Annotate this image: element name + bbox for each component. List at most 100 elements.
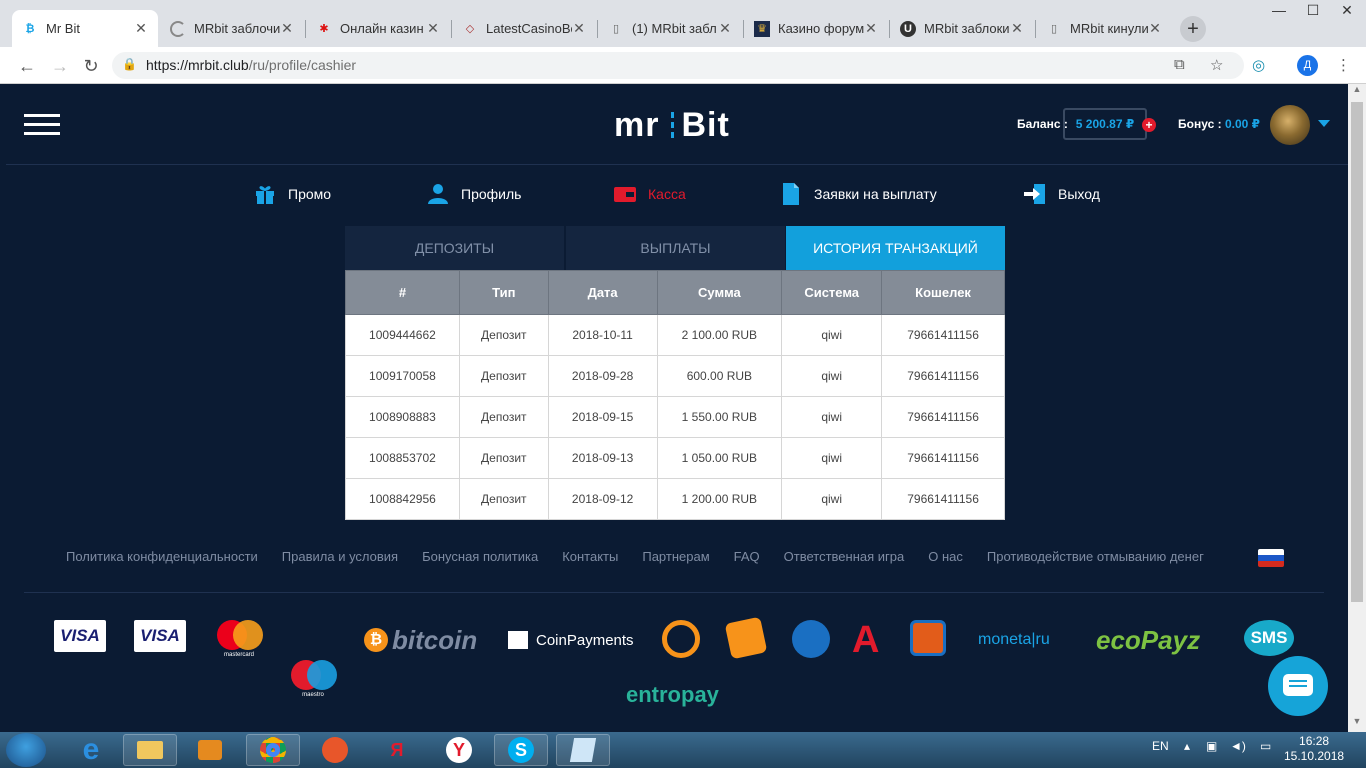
cell-id: 1008908883 (345, 396, 460, 438)
address-bar[interactable]: 🔒 https://mrbit.club/ru/profile/cashier (112, 52, 1244, 79)
cell-id: 1009444662 (345, 314, 460, 356)
scrollbar-thumb[interactable] (1351, 102, 1363, 602)
close-icon[interactable]: ✕ (280, 20, 294, 37)
notes-app-icon[interactable] (556, 734, 610, 766)
page-scrollbar[interactable]: ▲ ▼ (1348, 84, 1366, 732)
footer-link-privacy[interactable]: Политика конфиденциальности (66, 549, 258, 564)
footer-link-partners[interactable]: Партнерам (642, 549, 709, 564)
document-icon (780, 183, 802, 205)
gift-icon (254, 183, 276, 205)
hamburger-menu-icon[interactable] (24, 114, 60, 136)
cell-type: Депозит (458, 396, 549, 438)
bonus-label: Бонус : (1178, 117, 1222, 131)
chevron-down-icon[interactable] (1318, 120, 1330, 127)
reload-icon[interactable]: ↻ (80, 55, 102, 77)
extension-icon[interactable]: ◎ (1252, 56, 1265, 74)
cell-wallet: 79661411156 (881, 355, 1005, 397)
browser-tab[interactable]: ✱ Онлайн казин ✕ (306, 10, 450, 47)
minimize-icon[interactable]: — (1266, 0, 1292, 22)
chrome-icon[interactable] (246, 734, 300, 766)
cell-system: qiwi (781, 437, 883, 479)
language-indicator[interactable]: EN (1152, 739, 1169, 753)
nav-promo[interactable]: Промо (254, 182, 331, 206)
nav-withdrawals[interactable]: Заявки на выплату (780, 182, 937, 206)
tab-title: Mr Bit (46, 21, 80, 36)
bonus-value: 0.00 ₽ (1224, 117, 1260, 131)
footer-link-contacts[interactable]: Контакты (562, 549, 618, 564)
nav-profile[interactable]: Профиль (427, 182, 521, 206)
browser-tab[interactable]: U MRbit заблоки ✕ (890, 10, 1034, 47)
tray-expand-icon[interactable]: ▴ (1184, 739, 1190, 753)
footer-link-faq[interactable]: FAQ (734, 549, 760, 564)
close-icon[interactable]: ✕ (134, 20, 148, 37)
internet-explorer-icon[interactable]: e (64, 733, 118, 766)
maximize-icon[interactable]: ☐ (1300, 0, 1326, 22)
new-tab-button[interactable]: + (1180, 16, 1206, 42)
browser-tab[interactable]: ♛ Казино форум ✕ (744, 10, 888, 47)
visa-logo: VISA (54, 620, 106, 652)
bookmark-star-icon[interactable]: ☆ (1210, 56, 1223, 74)
close-icon[interactable]: ✕ (864, 20, 878, 37)
footer-link-about[interactable]: О нас (928, 549, 963, 564)
bitcoin-label: bitcoin (392, 624, 478, 655)
profile-avatar-button[interactable]: Д (1297, 55, 1318, 76)
footer-links: Политика конфиденциальности Правила и ус… (66, 549, 1228, 564)
wallet-icon (614, 183, 636, 205)
coinpayments-logo: CoinPayments (508, 620, 634, 660)
tab-deposits[interactable]: Депозиты (345, 226, 564, 270)
file-explorer-icon[interactable] (123, 734, 177, 766)
cell-id: 1009170058 (345, 355, 460, 397)
close-icon[interactable]: ✕ (426, 20, 440, 37)
media-player-icon[interactable] (183, 734, 237, 766)
cell-system: qiwi (781, 314, 883, 356)
chat-support-button[interactable] (1268, 656, 1328, 716)
cell-date: 2018-09-13 (547, 437, 658, 479)
russian-flag-icon[interactable] (1258, 549, 1284, 567)
nav-logout[interactable]: Выход (1024, 182, 1100, 206)
close-icon[interactable]: ✕ (572, 20, 586, 37)
close-icon[interactable]: ✕ (1010, 20, 1024, 37)
footer-link-bonus-policy[interactable]: Бонусная политика (422, 549, 538, 564)
translate-icon[interactable]: ⧉ (1174, 56, 1185, 73)
back-arrow-icon[interactable]: ← (16, 55, 38, 77)
tab-withdrawals[interactable]: Выплаты (566, 226, 785, 270)
close-icon[interactable]: ✕ (1148, 20, 1162, 37)
media-app-icon[interactable] (308, 734, 362, 766)
window-controls: — ☐ ✕ (1258, 0, 1360, 22)
nav-cashier[interactable]: Касса (614, 182, 686, 206)
yandex-browser-icon[interactable]: Y (432, 734, 486, 766)
footer-link-aml[interactable]: Противодействие отмыванию денег (987, 549, 1204, 564)
mastercard-logo: mastercard (214, 620, 264, 660)
cell-id: 1008853702 (345, 437, 460, 479)
browser-tab[interactable]: MRbit заблочи ✕ (160, 10, 304, 47)
site-logo[interactable]: mr Bit (614, 98, 730, 152)
network-icon[interactable]: ▣ (1206, 739, 1217, 753)
footer-link-responsible-gaming[interactable]: Ответственная игра (784, 549, 905, 564)
browser-tab[interactable]: ▯ (1) MRbit забл ✕ (598, 10, 742, 47)
forward-arrow-icon[interactable]: → (49, 55, 71, 77)
footer-link-terms[interactable]: Правила и условия (282, 549, 398, 564)
cell-type: Депозит (458, 355, 549, 397)
scroll-up-icon[interactable]: ▲ (1348, 84, 1366, 100)
yandex-icon[interactable]: Я (370, 734, 424, 766)
browser-tab-active[interactable]: ₿ Mr Bit ✕ (12, 10, 158, 47)
display-icon[interactable]: ▭ (1260, 739, 1271, 753)
cell-date: 2018-09-15 (547, 396, 658, 438)
browser-tab[interactable]: ◇ LatestCasinoBo ✕ (452, 10, 596, 47)
close-icon[interactable]: ✕ (718, 20, 732, 37)
menu-dots-icon[interactable]: ⋮ (1336, 56, 1351, 74)
balance-label: Баланс : (1017, 117, 1068, 131)
close-window-icon[interactable]: ✕ (1334, 0, 1360, 22)
volume-icon[interactable]: ◄) (1230, 739, 1246, 753)
table-row: 1008842956 Депозит 2018-09-12 1 200.00 R… (345, 478, 1005, 520)
skype-icon[interactable]: S (494, 734, 548, 766)
browser-tab[interactable]: ▯ MRbit кинули ✕ (1036, 10, 1172, 47)
taskbar-clock[interactable]: 16:28 15.10.2018 (1284, 734, 1344, 764)
scroll-down-icon[interactable]: ▼ (1348, 716, 1366, 732)
deposit-plus-button[interactable]: + (1142, 118, 1156, 132)
user-avatar[interactable] (1270, 105, 1310, 145)
start-button[interactable] (6, 733, 46, 767)
tab-transaction-history[interactable]: История транзакций (786, 226, 1005, 270)
cell-wallet: 79661411156 (881, 437, 1005, 479)
crown-favicon-icon: ♛ (754, 20, 770, 37)
